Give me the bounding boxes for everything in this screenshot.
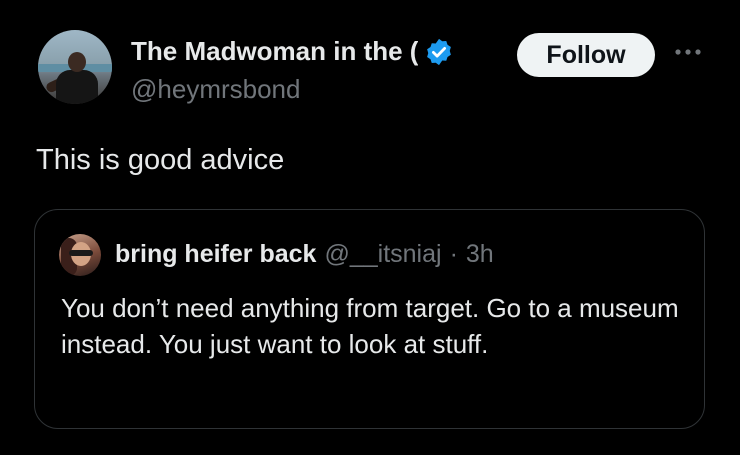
- quoted-author-avatar[interactable]: [59, 234, 101, 276]
- meta-separator: ·: [449, 240, 458, 268]
- quoted-author-handle[interactable]: @__itsniaj: [324, 240, 441, 269]
- quoted-tweet-card[interactable]: bring heifer back @__itsniaj · 3h You do…: [34, 209, 705, 429]
- quoted-tweet-timestamp[interactable]: 3h: [466, 240, 494, 269]
- quoted-tweet-header: bring heifer back @__itsniaj · 3h: [115, 240, 494, 269]
- quoted-author-display-name[interactable]: bring heifer back: [115, 240, 316, 269]
- author-handle[interactable]: @heymrsbond: [131, 74, 300, 105]
- author-display-name[interactable]: The Madwoman in the (: [131, 36, 418, 67]
- follow-button[interactable]: Follow: [517, 33, 655, 77]
- tweet-text: This is good advice: [36, 144, 285, 176]
- author-name-row: The Madwoman in the (: [131, 36, 454, 67]
- verified-badge-icon: [427, 38, 452, 65]
- author-avatar[interactable]: [38, 30, 112, 104]
- more-horizontal-icon[interactable]: [670, 40, 706, 64]
- quoted-tweet-text: You don’t need anything from target. Go …: [61, 293, 679, 359]
